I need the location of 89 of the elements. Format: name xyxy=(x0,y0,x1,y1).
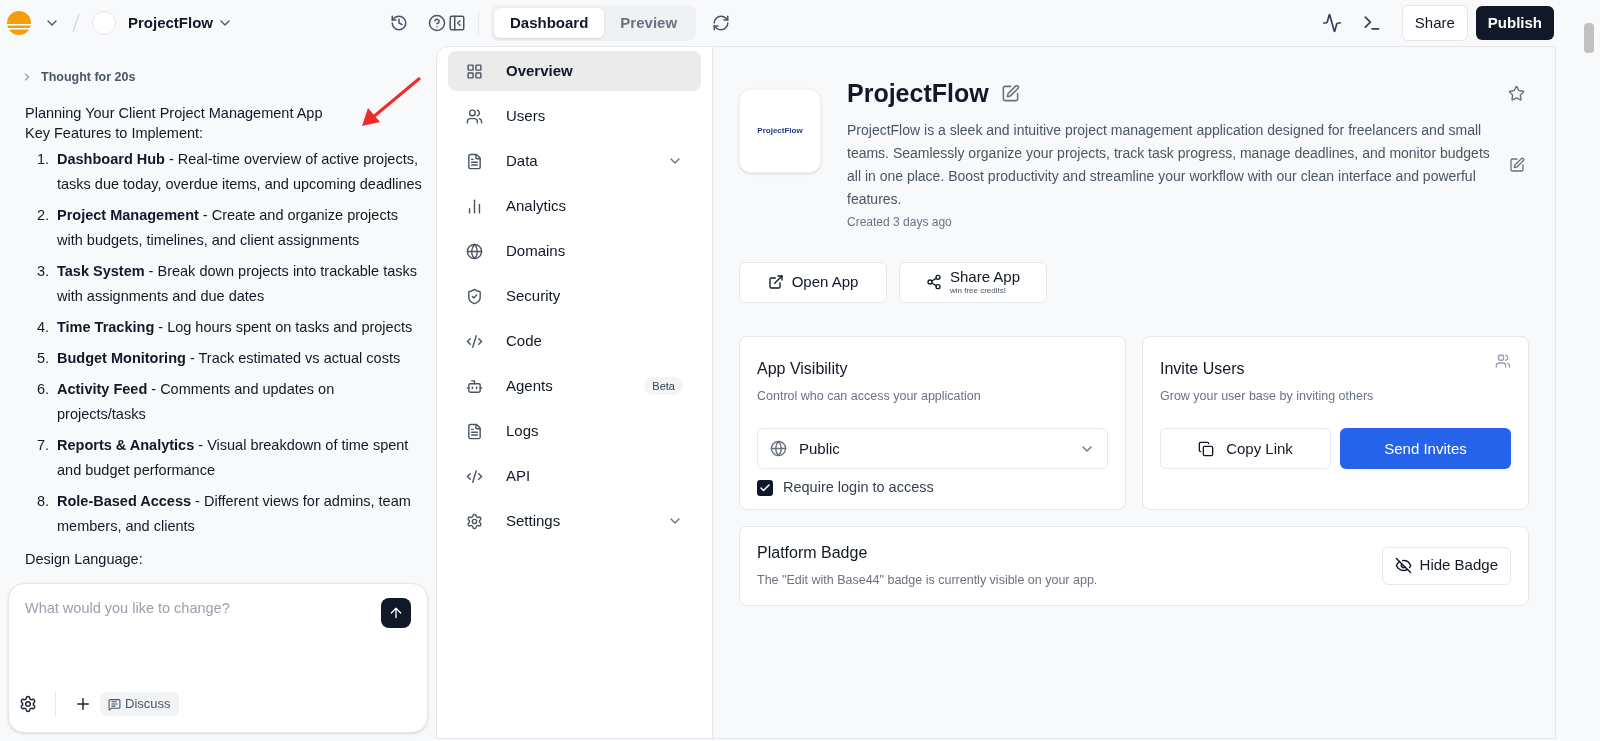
activity-icon[interactable] xyxy=(1321,13,1342,33)
chat-input-field[interactable]: What would you like to change? xyxy=(25,598,381,620)
star-icon[interactable] xyxy=(1508,85,1525,103)
app-title: ProjectFlow xyxy=(847,78,989,109)
visibility-dropdown[interactable]: Public xyxy=(757,428,1108,470)
logo-text: ProjectFlow xyxy=(757,125,803,137)
open-app-button[interactable]: Open App xyxy=(739,261,887,303)
message-icon xyxy=(108,697,121,711)
shield-icon xyxy=(466,287,483,305)
share-icon xyxy=(925,274,942,290)
list-number: 5. xyxy=(35,348,49,368)
users-icon xyxy=(1495,352,1511,369)
card-subtitle: Grow your user base by inviting others xyxy=(1160,387,1375,405)
nav-item[interactable]: Settings xyxy=(448,501,701,541)
code-icon xyxy=(466,467,483,485)
nav-item[interactable]: Agents Beta xyxy=(448,366,701,406)
feature-item: Role-Based Access - Different views for admins, team members, and clients xyxy=(56,491,412,536)
nav-item[interactable]: Overview xyxy=(448,51,701,91)
card-title: Invite Users xyxy=(1160,358,1246,379)
list-number: 6. xyxy=(35,379,49,399)
settings-icon xyxy=(466,512,483,530)
nav-item[interactable]: Analytics xyxy=(448,186,701,226)
list-number: 4. xyxy=(35,317,49,337)
edit-icon[interactable] xyxy=(1000,84,1020,104)
nav-item[interactable]: Users xyxy=(448,96,701,136)
view-tab[interactable]: Dashboard xyxy=(494,7,605,39)
nav-item[interactable]: Domains xyxy=(448,231,701,271)
refresh-icon[interactable] xyxy=(712,14,731,32)
checkbox-label: Require login to access xyxy=(783,478,934,498)
share-app-button[interactable]: Share App win free credits! xyxy=(899,261,1047,303)
plus-icon[interactable] xyxy=(74,695,92,713)
view-tab[interactable]: Preview xyxy=(604,7,694,39)
help-icon[interactable] xyxy=(428,14,446,32)
grid-icon xyxy=(466,62,483,80)
project-avatar xyxy=(92,11,116,35)
feature-item: Project Management - Create and organize projects with budgets, timelines, and client assignments xyxy=(56,205,399,250)
list-number: 7. xyxy=(35,435,49,455)
list-number: 2. xyxy=(35,205,49,225)
users-icon xyxy=(466,107,483,125)
login-checkbox[interactable] xyxy=(757,480,773,497)
send-button[interactable] xyxy=(381,598,411,628)
send-invites-button[interactable]: Send Invites xyxy=(1340,428,1511,470)
plan-subheading: Key Features to Implement: xyxy=(25,123,205,143)
thought-toggle[interactable]: Thought for 20s xyxy=(41,68,136,87)
beta-badge: Beta xyxy=(644,376,683,396)
publish-button[interactable]: Publish xyxy=(1475,6,1554,40)
scrollbar[interactable] xyxy=(1584,23,1594,53)
card-subtitle: The "Edit with Base44" badge is currently visible on your app. xyxy=(757,572,1099,590)
nav-item[interactable]: Data xyxy=(448,141,701,181)
card-subtitle: Control who can access your application xyxy=(757,387,982,405)
list-number: 1. xyxy=(35,149,49,169)
share-button[interactable]: Share xyxy=(1401,5,1468,41)
robot-icon xyxy=(466,377,483,395)
card-title: App Visibility xyxy=(757,358,849,379)
hide-badge-button[interactable]: Hide Badge xyxy=(1381,546,1511,585)
document-icon xyxy=(466,422,483,440)
app-description: ProjectFlow is a sleek and intuitive project management application designed for freelancers and small teams. Seamlessly organize your projects, track task progress, manage deadlines, and monitor budgets all in one place. Boost productivity and streamline your workflow with our clean interface and powerful features. xyxy=(847,120,1491,209)
globe-icon xyxy=(770,440,787,458)
discuss-button[interactable]: Discuss xyxy=(100,692,179,716)
settings-icon[interactable] xyxy=(19,695,37,713)
project-selector[interactable]: ProjectFlow xyxy=(128,11,233,35)
copy-icon xyxy=(1198,440,1215,457)
feature-item: Reports & Analytics - Visual breakdown of time spent and budget performance xyxy=(56,435,410,480)
created-date: Created 3 days ago xyxy=(847,213,953,231)
feature-item: Task System - Break down projects into trackable tasks with assignments and due dates xyxy=(56,261,418,306)
list-number: 8. xyxy=(35,491,49,511)
feature-item: Budget Monitoring - Track estimated vs actual costs xyxy=(56,348,401,368)
globe-icon xyxy=(466,242,483,260)
section-label: Design Language: xyxy=(25,549,144,569)
edit-icon[interactable] xyxy=(1509,156,1525,173)
breadcrumb-divider xyxy=(72,13,80,33)
sidebar-toggle-icon[interactable] xyxy=(448,14,466,32)
plan-heading: Planning Your Client Project Management App xyxy=(25,103,324,123)
feature-item: Time Tracking - Log hours spent on tasks and projects xyxy=(56,317,413,337)
nav-item[interactable]: Logs xyxy=(448,411,701,451)
list-number: 3. xyxy=(35,261,49,281)
eye-off-icon xyxy=(1394,557,1412,574)
bar-chart-icon xyxy=(466,197,483,215)
copy-link-button[interactable]: Copy Link xyxy=(1160,428,1331,470)
history-icon[interactable] xyxy=(390,14,408,32)
nav-item[interactable]: API xyxy=(448,456,701,496)
card-title: Platform Badge xyxy=(757,543,869,564)
document-icon xyxy=(466,152,483,170)
code-icon xyxy=(466,332,483,350)
feature-item: Dashboard Hub - Real-time overview of active projects, tasks due today, overdue items, and upcoming deadlines xyxy=(56,149,423,194)
feature-item: Activity Feed - Comments and updates on projects/tasks xyxy=(56,379,336,424)
external-link-icon xyxy=(767,274,784,290)
nav-item[interactable]: Code xyxy=(448,321,701,361)
nav-item[interactable]: Security xyxy=(448,276,701,316)
